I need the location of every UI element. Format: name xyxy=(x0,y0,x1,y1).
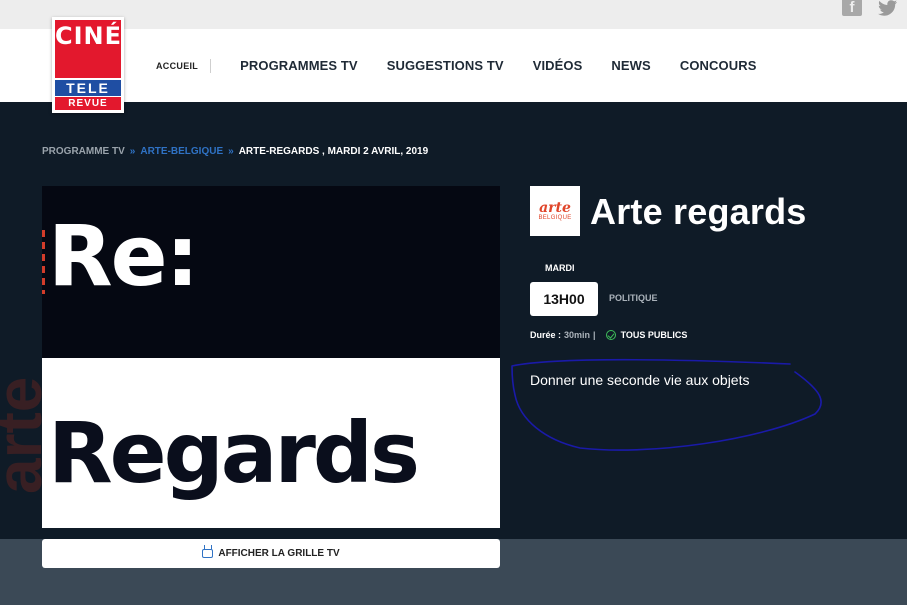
background-channel-watermark: arte xyxy=(0,376,55,494)
channel-logo[interactable]: arte BELGIQUE xyxy=(530,186,580,236)
breadcrumb-separator: » xyxy=(129,146,136,157)
duration-label: Durée : xyxy=(530,330,562,340)
show-title: Arte regards xyxy=(590,191,807,232)
top-bar: f xyxy=(0,0,907,29)
program-meta: Durée : 30min | TOUS PUBLICS xyxy=(530,330,687,340)
tv-icon xyxy=(202,549,214,558)
program-poster: Re: Regards xyxy=(42,186,500,528)
nav-item-concours[interactable]: CONCOURS xyxy=(680,58,757,73)
breadcrumb-programme-tv[interactable]: PROGRAMME TV xyxy=(42,146,125,157)
logo-tele: TELE xyxy=(55,80,121,96)
channel-logo-subname: BELGIQUE xyxy=(538,214,572,221)
poster-title-line2: Regards xyxy=(48,404,420,502)
breadcrumb: PROGRAMME TV » ARTE-BELGIQUE » ARTE-REGA… xyxy=(42,146,428,157)
social-links: f xyxy=(842,0,898,16)
twitter-icon[interactable] xyxy=(878,0,898,16)
main-nav: ACCUEIL PROGRAMMES TV SUGGESTIONS TV VID… xyxy=(156,29,756,102)
site-logo[interactable]: CINÉ TELE REVUE xyxy=(52,17,124,113)
audience-rating: TOUS PUBLICS xyxy=(620,330,688,340)
broadcast-time-badge: 13H00 xyxy=(530,282,598,316)
genre-label: POLITIQUE xyxy=(609,293,658,303)
show-tv-grid-button[interactable]: AFFICHER LA GRILLE TV xyxy=(42,539,500,568)
duration-value: 30min xyxy=(564,330,591,340)
nav-accueil[interactable]: ACCUEIL xyxy=(156,58,212,73)
nav-item-suggestions-tv[interactable]: SUGGESTIONS TV xyxy=(387,58,504,73)
poster-accent-marks xyxy=(42,230,45,294)
breadcrumb-current: ARTE-REGARDS , MARDI 2 AVRIL, 2019 xyxy=(238,146,429,157)
logo-cine: CINÉ xyxy=(55,20,121,78)
show-tv-grid-label: AFFICHER LA GRILLE TV xyxy=(218,548,340,559)
breadcrumb-channel[interactable]: ARTE-BELGIQUE xyxy=(140,146,223,157)
check-circle-icon xyxy=(605,330,616,340)
channel-logo-name: arte xyxy=(539,199,571,216)
broadcast-day: MARDI xyxy=(545,263,575,273)
nav-item-news[interactable]: NEWS xyxy=(611,58,650,73)
nav-item-programmes-tv[interactable]: PROGRAMMES TV xyxy=(240,58,358,73)
program-description: Donner une seconde vie aux objets xyxy=(530,372,750,388)
poster-title-line1: Re: xyxy=(48,207,199,305)
logo-revue: REVUE xyxy=(55,97,121,110)
nav-item-videos[interactable]: VIDÉOS xyxy=(533,58,583,73)
breadcrumb-separator: » xyxy=(228,146,234,157)
meta-separator: | xyxy=(593,330,596,340)
facebook-icon[interactable]: f xyxy=(842,0,862,16)
